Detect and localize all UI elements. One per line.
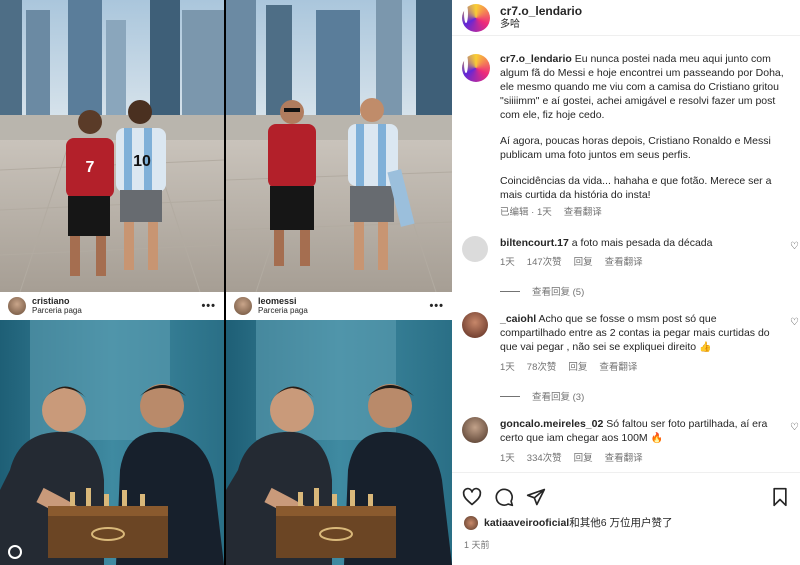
svg-text:7: 7 <box>86 159 95 176</box>
comment-text: a foto mais pesada da década <box>571 237 713 249</box>
view-replies-button[interactable]: 查看回复 (5) <box>500 284 800 298</box>
card-header-cristiano: cristiano Parceria paga ••• <box>0 292 224 320</box>
caption-text: Coincidências da vida... hahaha e que fo… <box>500 175 772 201</box>
card-username[interactable]: leomessi <box>258 296 429 306</box>
post-header: cr7.o_lendario 多哈 <box>452 0 800 36</box>
see-translation-link[interactable]: 查看翻译 <box>564 206 602 220</box>
view-replies-button[interactable]: 查看回复 (3) <box>500 389 800 403</box>
comment-likes[interactable]: 334次赞 <box>527 452 562 466</box>
photo-fans-front <box>226 0 452 292</box>
comment-time: 1天 <box>500 257 515 268</box>
card-header-leomessi: leomessi Parceria paga ••• <box>226 292 452 320</box>
reply-button[interactable]: 回复 <box>574 452 593 466</box>
post-timestamp: 1 天前 <box>464 540 490 550</box>
comment-username[interactable]: biltencourt.17 <box>500 237 569 249</box>
photo-chess-right <box>226 320 452 565</box>
paid-partnership-label: Parceria paga <box>258 306 308 315</box>
post-image[interactable]: 7 10 cristiano Parceria paga ••• leomess… <box>0 0 452 565</box>
heart-icon[interactable]: ♡ <box>790 318 800 328</box>
caption-username[interactable]: cr7.o_lendario <box>500 53 572 65</box>
comment-time: 1天 <box>500 453 515 464</box>
view-replies-label: 查看回复 (5) <box>532 287 585 298</box>
comment-username[interactable]: _caiohl <box>500 313 536 325</box>
comment-time: 1天 <box>500 362 515 373</box>
avatar[interactable] <box>234 297 252 315</box>
comment-likes[interactable]: 78次赞 <box>527 361 557 375</box>
avatar <box>464 515 478 530</box>
reply-button[interactable]: 回复 <box>568 361 587 375</box>
comment: goncalo.meireles_02 Só faltou ser foto p… <box>452 417 800 466</box>
comment-likes[interactable]: 147次赞 <box>527 256 562 270</box>
see-translation-link[interactable]: 查看翻译 <box>599 361 637 375</box>
photo-chess-left <box>0 320 224 565</box>
avatar[interactable] <box>8 297 26 315</box>
comment-text: Acho que se fosse o msm post só que comp… <box>500 313 770 353</box>
see-translation-link[interactable]: 查看翻译 <box>605 452 643 466</box>
more-dots-icon[interactable]: ••• <box>429 300 444 312</box>
reply-button[interactable]: 回复 <box>574 256 593 270</box>
avatar[interactable] <box>462 312 488 338</box>
likes-rest[interactable]: 和其他6 万位用户赞了 <box>569 515 672 530</box>
likes-summary[interactable]: katiaaveirooficial 和其他6 万位用户赞了 <box>452 511 800 530</box>
edited-time: 已编辑 · 1天 <box>500 207 552 218</box>
see-translation-link[interactable]: 查看翻译 <box>605 256 643 270</box>
thumbs-up-emoji: 👍 <box>699 342 712 353</box>
caption-text: Aí agora, poucas horas depois, Cristiano… <box>500 135 771 161</box>
svg-text:10: 10 <box>133 153 151 170</box>
fire-emoji: 🔥 <box>650 433 664 444</box>
avatar[interactable] <box>462 236 488 262</box>
card-username[interactable]: cristiano <box>32 296 201 306</box>
share-icon[interactable] <box>526 487 546 507</box>
action-bar: katiaaveirooficial 和其他6 万位用户赞了 1 天前 <box>452 472 800 565</box>
post-details: cr7.o_lendario 多哈 cr7.o_lendario Eu nunc… <box>452 0 800 565</box>
avatar[interactable] <box>462 54 490 82</box>
comment-icon[interactable] <box>494 487 514 507</box>
avatar[interactable] <box>462 3 490 32</box>
avatar[interactable] <box>462 417 488 443</box>
view-replies-label: 查看回复 (3) <box>532 392 585 403</box>
comment: _caiohl Acho que se fosse o msm post só … <box>452 312 800 375</box>
comment: biltencourt.17 a foto mais pesada da déc… <box>452 236 800 270</box>
heart-icon[interactable]: ♡ <box>790 242 800 252</box>
bookmark-icon[interactable] <box>770 487 790 507</box>
more-dots-icon[interactable]: ••• <box>201 300 216 312</box>
post-caption: cr7.o_lendario Eu nunca postei nada meu … <box>452 40 800 220</box>
comment-username[interactable]: goncalo.meireles_02 <box>500 418 603 430</box>
heart-icon[interactable]: ♡ <box>790 423 800 433</box>
heart-icon[interactable] <box>462 487 482 507</box>
threads-icon <box>8 545 22 559</box>
photo-fans-back: 7 10 <box>0 0 224 292</box>
comments-scroll[interactable]: cr7.o_lendario Eu nunca postei nada meu … <box>452 40 800 472</box>
paid-partnership-label: Parceria paga <box>32 306 82 315</box>
post-username[interactable]: cr7.o_lendario <box>500 4 582 18</box>
liker-username[interactable]: katiaaveirooficial <box>484 517 569 529</box>
post-location[interactable]: 多哈 <box>500 18 582 32</box>
